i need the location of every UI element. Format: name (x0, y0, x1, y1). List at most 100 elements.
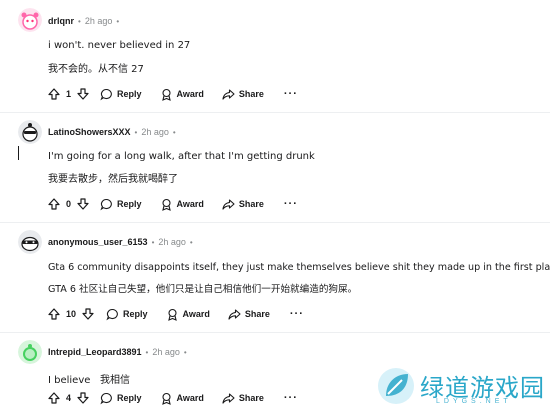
upvote-icon[interactable] (48, 308, 60, 320)
snoo-masked-avatar-icon (18, 230, 42, 254)
share-button[interactable]: Share (222, 198, 264, 211)
award-label: Award (176, 89, 204, 99)
share-arrow-icon (228, 308, 241, 320)
comment-divider (0, 332, 550, 333)
reply-label: Reply (117, 393, 142, 403)
more-options-button[interactable]: ··· (284, 198, 298, 210)
share-button[interactable]: Share (222, 88, 264, 101)
reply-label: Reply (123, 309, 148, 319)
downvote-icon[interactable] (77, 88, 89, 100)
comment-text-translation: GTA 6 社区让自己失望，他们只是让自己相信他们一开始就编造的狗屎。 (48, 284, 358, 295)
downvote-icon[interactable] (82, 308, 94, 320)
award-icon (167, 308, 177, 321)
upvote-icon[interactable] (48, 88, 60, 100)
comment-divider (0, 112, 550, 113)
speech-bubble-icon (100, 198, 112, 210)
comment-actions: 0 Reply Award Share ··· (48, 195, 298, 213)
pink-snoo-avatar-icon (18, 8, 42, 32)
share-arrow-icon (222, 88, 235, 100)
share-label: Share (238, 393, 264, 403)
share-arrow-icon (222, 198, 235, 210)
award-button[interactable]: Award (160, 392, 204, 405)
comment-text-translation: 我不会的。从不信 27 (48, 64, 144, 75)
timestamp[interactable]: 2h ago (158, 237, 186, 247)
comment-actions: 1 Reply Award Share ··· (48, 85, 298, 103)
comment-text: Gta 6 community disappoints itself, they… (48, 262, 550, 273)
avatar[interactable] (18, 120, 42, 144)
downvote-icon[interactable] (77, 198, 89, 210)
award-button[interactable]: Award (160, 88, 204, 101)
vote-group: 10 (48, 308, 106, 320)
more-options-button[interactable]: ··· (284, 88, 298, 100)
more-options-button[interactable]: ··· (290, 308, 304, 320)
award-icon (161, 88, 171, 101)
award-label: Award (176, 393, 204, 403)
comment-meta: anonymous_user_6153 • 2h ago • (48, 237, 193, 247)
more-options-button[interactable]: ··· (284, 392, 298, 404)
separator-dot: • (78, 16, 81, 26)
share-label: Share (244, 309, 270, 319)
reply-button[interactable]: Reply (100, 392, 142, 405)
speech-bubble-icon (100, 88, 112, 100)
username[interactable]: anonymous_user_6153 (48, 237, 148, 247)
comment-meta: drlqnr • 2h ago • (48, 16, 119, 26)
separator-dot: • (189, 237, 193, 247)
separator-dot: • (172, 127, 176, 137)
share-label: Share (238, 89, 264, 99)
username[interactable]: Intrepid_Leopard3891 (48, 347, 142, 357)
green-snoo-avatar-icon (18, 340, 42, 364)
comment-text: i won't. never believed in 27 (48, 40, 191, 51)
site-watermark: 绿道游戏园 LDYGS.NET (376, 364, 546, 410)
award-icon (161, 198, 171, 211)
timestamp[interactable]: 2h ago (85, 16, 113, 26)
award-label: Award (176, 199, 204, 209)
share-arrow-icon (222, 392, 235, 404)
separator-dot: • (134, 127, 138, 137)
comment-actions: 10 Reply Award Share ··· (48, 305, 304, 323)
comment-actions: 4 Reply Award Share ··· (48, 389, 298, 407)
upvote-icon[interactable] (48, 198, 60, 210)
comment-text: I believe 我相信 (48, 375, 130, 386)
avatar[interactable] (18, 230, 42, 254)
comment-meta: LatinoShowersXXX • 2h ago • (48, 127, 176, 137)
award-button[interactable]: Award (160, 198, 204, 211)
watermark-subtitle: LDYGS.NET (436, 398, 512, 405)
vote-count: 0 (66, 199, 72, 209)
comment-text: I'm going for a long walk, after that I'… (48, 151, 315, 162)
username[interactable]: drlqnr (48, 16, 74, 26)
reply-label: Reply (117, 199, 142, 209)
vote-group: 1 (48, 88, 100, 100)
speech-bubble-icon (106, 308, 118, 320)
reply-button[interactable]: Reply (100, 198, 142, 211)
comment-text-translation: 我要去散步，然后我就喝醉了 (48, 174, 178, 185)
timestamp[interactable]: 2h ago (141, 127, 169, 137)
speech-bubble-icon (100, 392, 112, 404)
vote-count: 4 (66, 393, 72, 403)
avatar[interactable] (18, 340, 42, 364)
separator-dot: • (116, 16, 120, 26)
vote-count: 1 (66, 89, 72, 99)
vote-group: 4 (48, 392, 100, 404)
timestamp[interactable]: 2h ago (152, 347, 180, 357)
comment-divider (0, 222, 550, 223)
reply-button[interactable]: Reply (100, 88, 142, 101)
text-cursor (18, 146, 19, 160)
separator-dot: • (183, 347, 187, 357)
share-button[interactable]: Share (222, 392, 264, 405)
share-button[interactable]: Share (228, 308, 270, 321)
vote-count: 10 (66, 309, 77, 319)
comment-meta: Intrepid_Leopard3891 • 2h ago • (48, 347, 187, 357)
reply-button[interactable]: Reply (106, 308, 148, 321)
username[interactable]: LatinoShowersXXX (48, 127, 131, 137)
separator-dot: • (151, 237, 155, 247)
award-button[interactable]: Award (166, 308, 210, 321)
snoo-sunglasses-avatar-icon (18, 120, 42, 144)
share-label: Share (238, 199, 264, 209)
award-icon (161, 392, 171, 405)
upvote-icon[interactable] (48, 392, 60, 404)
avatar[interactable] (18, 8, 42, 32)
separator-dot: • (145, 347, 149, 357)
downvote-icon[interactable] (77, 392, 89, 404)
reply-label: Reply (117, 89, 142, 99)
vote-group: 0 (48, 198, 100, 210)
